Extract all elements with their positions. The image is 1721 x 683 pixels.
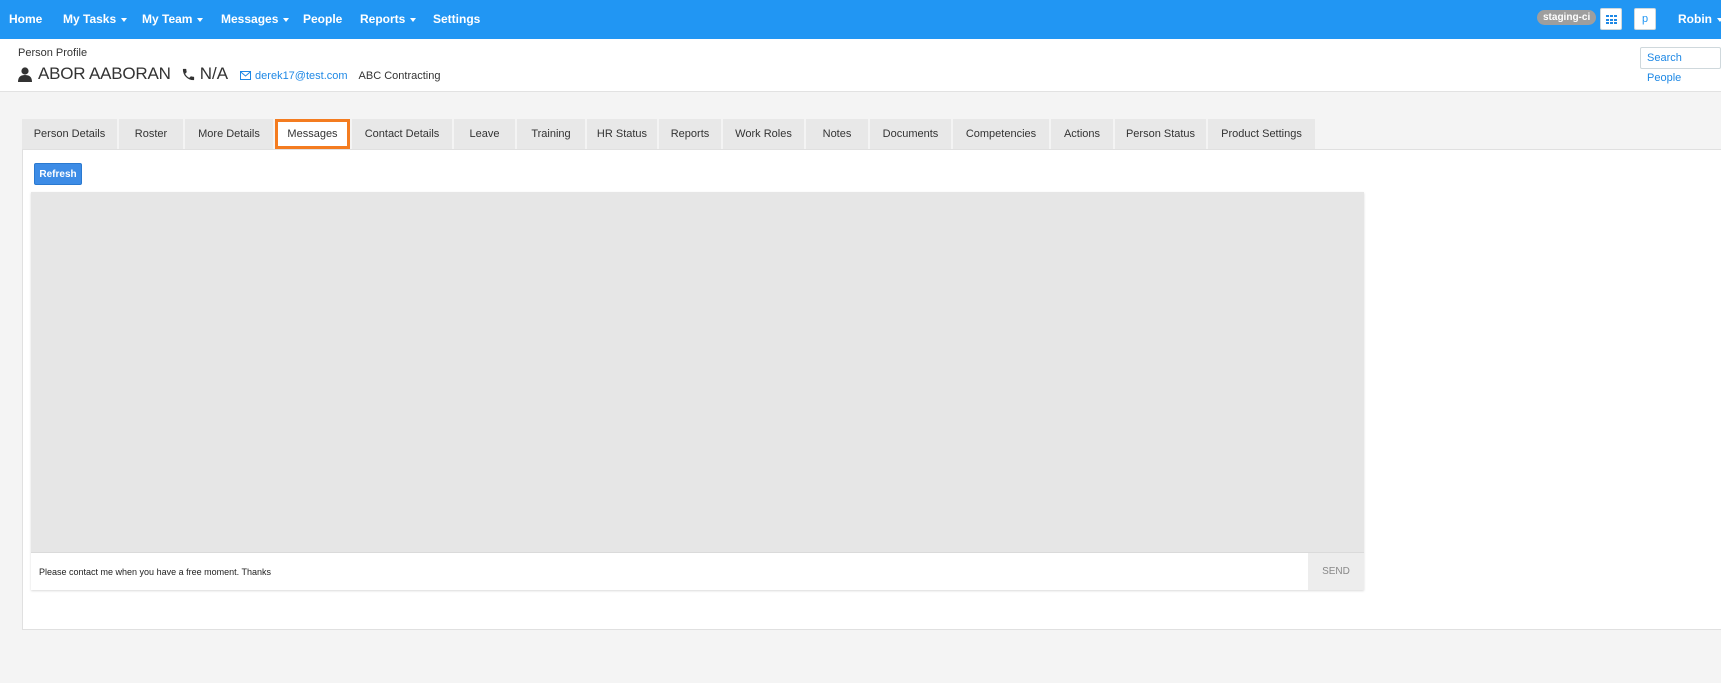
chevron-down-icon bbox=[410, 17, 417, 22]
grid-icon bbox=[1606, 15, 1617, 24]
tab-roster[interactable]: Roster bbox=[119, 119, 183, 149]
tab-contact-details[interactable]: Contact Details bbox=[352, 119, 452, 149]
nav-messages-label: Messages bbox=[221, 12, 279, 26]
nav-my-tasks-label: My Tasks bbox=[63, 12, 117, 26]
nav-home-label: Home bbox=[9, 12, 43, 26]
nav-my-team-label: My Team bbox=[142, 12, 193, 26]
chevron-down-icon bbox=[121, 17, 128, 22]
user-menu[interactable]: Robin bbox=[1678, 0, 1721, 39]
chevron-down-icon bbox=[197, 17, 204, 22]
profile-summary: ABOR AABORAN N/A derek17@test.com ABC Co… bbox=[18, 63, 440, 85]
tab-reports[interactable]: Reports bbox=[659, 119, 721, 149]
environment-badge: staging-ci bbox=[1537, 10, 1597, 25]
search-people-button[interactable]: Search People bbox=[1640, 47, 1721, 84]
nav-settings-label: Settings bbox=[433, 12, 481, 26]
tab-person-status[interactable]: Person Status bbox=[1115, 119, 1206, 149]
envelope-icon bbox=[240, 71, 252, 80]
phone-icon bbox=[182, 68, 194, 80]
profile-header: Person Profile ABOR AABORAN N/A derek17@… bbox=[0, 39, 1721, 92]
tab-documents[interactable]: Documents bbox=[870, 119, 951, 149]
nav-people[interactable]: People bbox=[303, 0, 342, 39]
tab-actions[interactable]: Actions bbox=[1051, 119, 1113, 149]
person-name: ABOR AABORAN bbox=[38, 64, 171, 83]
apps-grid-button[interactable] bbox=[1600, 8, 1622, 30]
message-thread bbox=[31, 192, 1364, 590]
tab-notes[interactable]: Notes bbox=[806, 119, 868, 149]
tab-training[interactable]: Training bbox=[517, 119, 585, 149]
nav-settings[interactable]: Settings bbox=[433, 0, 480, 39]
refresh-button[interactable]: Refresh bbox=[34, 163, 82, 185]
nav-my-tasks[interactable]: My Tasks bbox=[63, 0, 128, 39]
chevron-down-icon bbox=[283, 17, 290, 22]
tab-person-details[interactable]: Person Details bbox=[22, 119, 117, 149]
tab-more-details[interactable]: More Details bbox=[185, 119, 273, 149]
nav-messages[interactable]: Messages bbox=[221, 0, 290, 39]
user-icon bbox=[18, 66, 32, 82]
profile-section-label: Person Profile bbox=[18, 47, 88, 59]
nav-my-team[interactable]: My Team bbox=[142, 0, 204, 39]
company-name: ABC Contracting bbox=[358, 69, 441, 82]
tab-hr-status[interactable]: HR Status bbox=[587, 119, 657, 149]
tab-work-roles[interactable]: Work Roles bbox=[723, 119, 804, 149]
tab-product-settings[interactable]: Product Settings bbox=[1208, 119, 1315, 149]
send-button[interactable]: SEND bbox=[1308, 553, 1364, 590]
nav-reports[interactable]: Reports bbox=[360, 0, 417, 39]
chevron-down-icon bbox=[1717, 17, 1721, 22]
top-navbar: Home My Tasks My Team Messages People Re… bbox=[0, 0, 1721, 39]
tab-messages[interactable]: Messages bbox=[275, 119, 350, 149]
tab-leave[interactable]: Leave bbox=[454, 119, 515, 149]
nav-people-label: People bbox=[303, 12, 343, 26]
email-link[interactable]: derek17@test.com bbox=[255, 70, 348, 82]
nav-reports-label: Reports bbox=[360, 12, 406, 26]
p-button[interactable]: p bbox=[1634, 8, 1656, 30]
user-name: Robin bbox=[1678, 12, 1712, 26]
nav-home[interactable]: Home bbox=[9, 0, 42, 39]
message-compose-bar: SEND bbox=[31, 552, 1364, 590]
message-input[interactable] bbox=[31, 553, 1308, 590]
phone-number: N/A bbox=[199, 64, 229, 83]
tab-competencies[interactable]: Competencies bbox=[953, 119, 1049, 149]
